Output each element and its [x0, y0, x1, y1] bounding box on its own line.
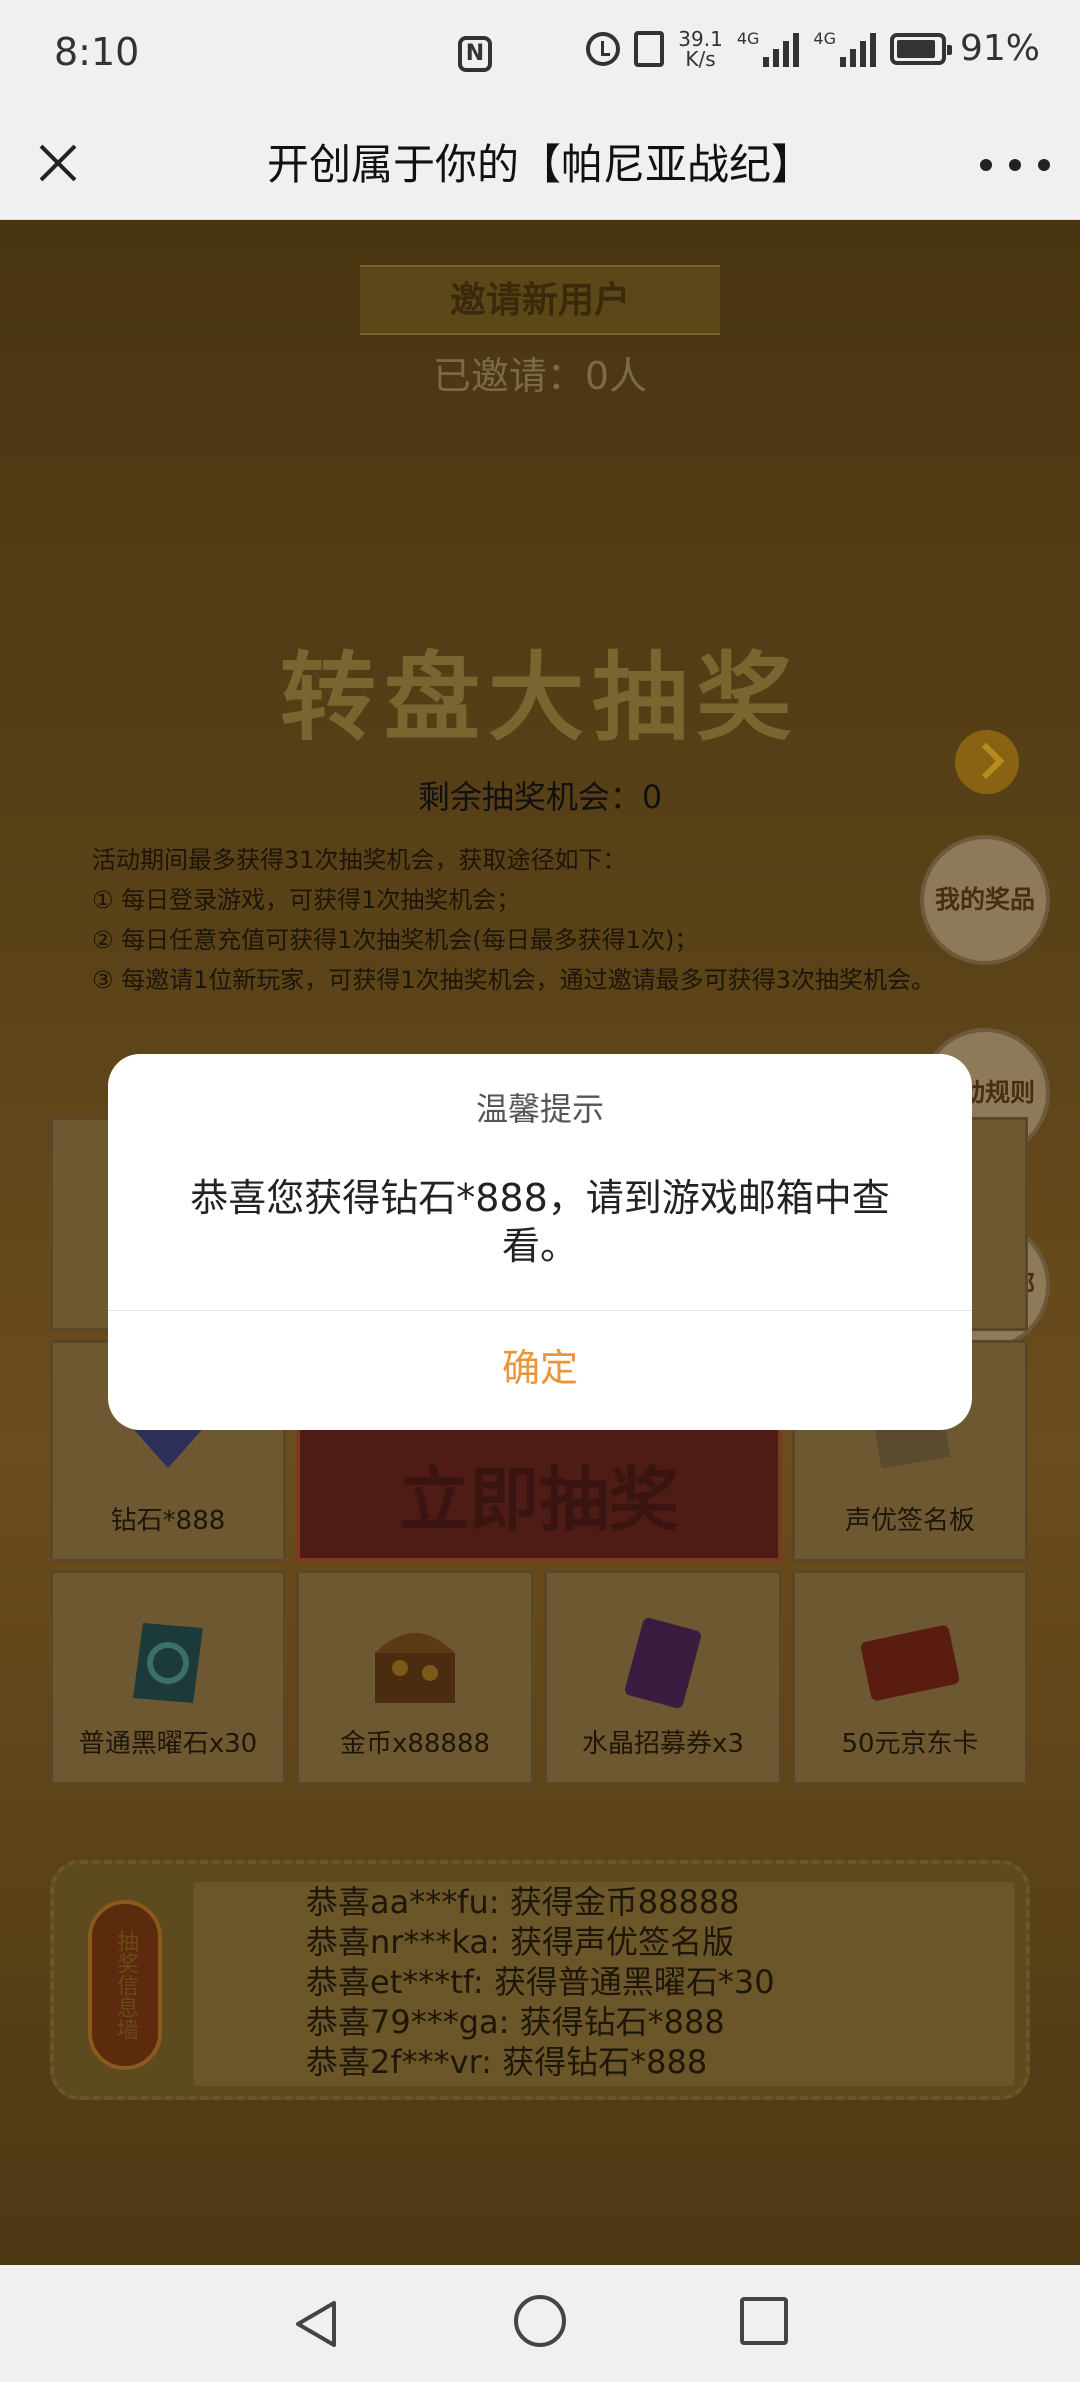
rules-line: ② 每日任意充值可获得1次抽奖机会(每日最多获得1次)； — [92, 926, 699, 954]
prize-cell: 水晶招募券x3 — [544, 1570, 782, 1785]
close-icon[interactable] — [30, 136, 86, 192]
prize-cell: 普通黑曜石x30 — [50, 1570, 286, 1785]
battery-level — [896, 39, 936, 58]
ticker-row: 恭喜79***ga: 获得钻石*888 — [306, 2003, 725, 2041]
rules-line: ① 每日登录游戏，可获得1次抽奖机会； — [92, 886, 521, 914]
draw-now-label: 立即抽奖 — [399, 1458, 679, 1541]
remaining-chances: 剩余抽奖机会：0 — [417, 778, 663, 816]
status-bar: 8:10 N 39.1 K/s 4G 4G 91% — [0, 0, 1080, 110]
vibrate-icon — [634, 30, 665, 67]
net-speed-value: 39.1 — [678, 26, 723, 51]
title-bar: 开创属于你的【帕尼亚战纪】 — [0, 110, 1080, 220]
prize-label: 声优签名板 — [844, 1506, 975, 1536]
prize-ticker: 抽奖信息墙 恭喜aa***fu: 获得金币88888 恭喜nr***ka: 获得… — [50, 1860, 1030, 2100]
rules-text: 活动期间最多获得31次抽奖机会，获取途径如下： ① 每日登录游戏，可获得1次抽奖… — [92, 840, 962, 1000]
invited-count: 已邀请：0人 — [432, 354, 648, 398]
system-nav-bar — [0, 2265, 1080, 2382]
prize-label: 50元京东卡 — [841, 1729, 979, 1759]
prize-label: 钻石*888 — [110, 1506, 226, 1536]
notice-dialog: 温馨提示 恭喜您获得钻石*888，请到游戏邮箱中查看。 确定 — [108, 1054, 972, 1430]
net-speed-unit: K/s — [685, 46, 716, 71]
confirm-button[interactable]: 确定 — [108, 1311, 972, 1430]
status-icons: 39.1 K/s 4G 4G 91% — [586, 28, 1040, 69]
rules-line: 活动期间最多获得31次抽奖机会，获取途径如下： — [92, 846, 627, 874]
alarm-icon — [586, 31, 621, 66]
dialog-message: 恭喜您获得钻石*888，请到游戏邮箱中查看。 — [190, 1176, 890, 1268]
prize-label: 水晶招募券x3 — [582, 1729, 744, 1759]
prize-cell: 50元京东卡 — [792, 1570, 1028, 1785]
battery-icon — [889, 32, 952, 65]
net-speed: 39.1 K/s — [678, 29, 723, 69]
obsidian-icon — [113, 1613, 223, 1713]
page-title: 开创属于你的【帕尼亚战纪】 — [266, 140, 813, 189]
signal-icon-sim2: 4G — [813, 28, 876, 67]
status-time: 8:10 — [54, 30, 140, 74]
dialog-title: 温馨提示 — [475, 1090, 604, 1128]
treasure-chest-icon — [360, 1613, 470, 1713]
ticker-row: 恭喜aa***fu: 获得金币88888 — [306, 1883, 740, 1921]
back-icon[interactable] — [290, 2297, 344, 2351]
crystal-ticket-icon — [608, 1613, 718, 1713]
battery-percent: 91% — [959, 28, 1040, 69]
more-options-icon[interactable] — [980, 140, 1050, 190]
recent-apps-icon[interactable] — [740, 2297, 788, 2345]
ticker-list: 恭喜aa***fu: 获得金币88888 恭喜nr***ka: 获得声优签名版 … — [194, 1882, 1014, 2086]
sim2-label: 4G — [813, 28, 836, 48]
invite-banner[interactable]: 邀请新用户 — [360, 265, 720, 335]
ticker-tag: 抽奖信息墙 — [88, 1900, 162, 2070]
wheel-title: 转盘大抽奖 — [280, 641, 800, 754]
signal-icon-sim1: 4G — [736, 28, 800, 67]
prize-label: 普通黑曜石x30 — [78, 1729, 258, 1759]
prize-label: 金币x88888 — [339, 1729, 491, 1759]
sim1-label: 4G — [736, 28, 760, 48]
my-prizes-button[interactable]: 我的奖品 — [920, 835, 1050, 965]
rules-line: ③ 每邀请1位新玩家，可获得1次抽奖机会，通过邀请最多可获得3次抽奖机会。 — [92, 966, 935, 994]
ticker-row: 恭喜et***tf: 获得普通黑曜石*30 — [306, 1963, 775, 2001]
ticker-row: 恭喜nr***ka: 获得声优签名版 — [306, 1923, 734, 1961]
home-icon[interactable] — [514, 2295, 566, 2347]
prize-cell: 金币x88888 — [296, 1570, 534, 1785]
jd-card-icon — [855, 1613, 965, 1713]
ticker-row: 恭喜2f***vr: 获得钻石*888 — [306, 2043, 708, 2081]
nfc-icon: N — [458, 36, 492, 72]
